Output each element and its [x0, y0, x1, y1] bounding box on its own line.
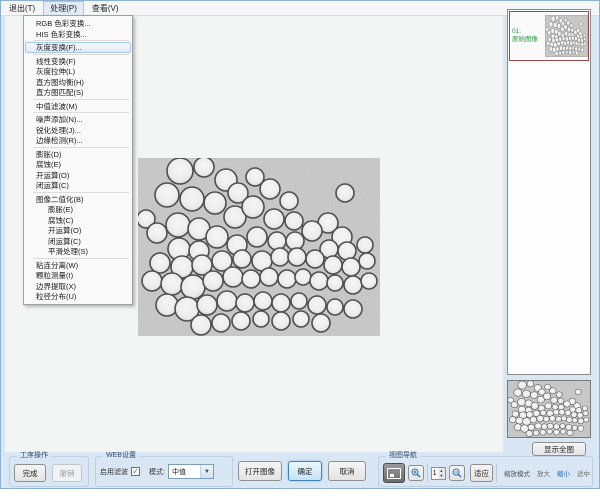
menu-item[interactable]: 开运算(O) — [25, 170, 131, 181]
zoom-mode-option[interactable]: 放大 — [537, 468, 550, 478]
menu-separator — [33, 147, 129, 148]
stepper-down-icon[interactable]: ▼ — [438, 473, 445, 478]
menu-separator — [33, 54, 129, 55]
list-item-label: 01: 原始图像 — [510, 28, 545, 44]
menu-item[interactable]: 图像二值化(B) — [25, 194, 131, 205]
menu-separator — [33, 40, 129, 41]
sidebar-list[interactable]: 01: 原始图像 — [507, 9, 591, 375]
fit-button[interactable]: 适应 — [470, 464, 493, 482]
combo-arrow-icon[interactable]: ▼ — [200, 465, 213, 478]
filter-checkbox[interactable]: ✓ — [131, 467, 140, 476]
web-group-title: WEB设置 — [103, 452, 139, 460]
toolbar-separator — [427, 464, 428, 482]
stepper-arrows[interactable]: ▲ ▼ — [438, 468, 445, 479]
zoom-in-button[interactable] — [408, 465, 424, 481]
ok-button[interactable]: 确定 — [288, 461, 322, 481]
menubar-item[interactable]: 退出(T) — [2, 1, 42, 16]
menu-item[interactable]: 直方图均衡(H) — [25, 77, 131, 88]
view-group-title: 视图导航 — [386, 452, 420, 460]
item-index-label: 01: — [512, 28, 545, 36]
menu-item[interactable]: 膨胀(D) — [25, 149, 131, 160]
menu-separator — [33, 258, 129, 259]
done-button[interactable]: 完成 — [14, 464, 46, 482]
open-image-button[interactable]: 打开图像 — [238, 461, 282, 481]
menu-item[interactable]: 腐蚀(E) — [25, 159, 131, 170]
menu-item[interactable]: 灰度变换(F)... — [25, 42, 131, 53]
view-group: 视图导航 1 ▲ ▼ — [378, 456, 593, 487]
specimen-image-svg — [138, 158, 380, 336]
zoom-mode-labels: 缩放模式 放大缩小适中 — [504, 468, 590, 478]
zoom-level-stepper[interactable]: 1 ▲ ▼ — [431, 467, 446, 480]
menubar-item[interactable]: 处理(P) — [43, 1, 84, 16]
menu-item[interactable]: 灰度拉伸(L) — [25, 66, 131, 77]
zoom-out-button[interactable] — [449, 465, 465, 481]
mode-label: 模式: — [149, 467, 165, 477]
menu-item[interactable]: RGB 色彩变换... — [25, 18, 131, 29]
menu-item[interactable]: HIS 色彩变换... — [25, 29, 131, 40]
image-icon — [387, 468, 401, 479]
zoom-in-icon — [411, 468, 421, 478]
menu-item[interactable]: 粒径分布(U) — [25, 291, 131, 302]
menu-separator — [33, 192, 129, 193]
menu-item[interactable]: 直方图匹配(S) — [25, 87, 131, 98]
show-full-button[interactable]: 显示全图 — [532, 442, 586, 456]
menu-item[interactable]: 开运算(O) — [25, 225, 131, 236]
sidebar-list-item[interactable]: 01: 原始图像 — [509, 11, 589, 61]
step-group: 工序操作 完成 撤销 — [9, 456, 89, 487]
menu-item[interactable]: 锐化处理(J)... — [25, 125, 131, 136]
menu-item[interactable]: 平滑处理(S) — [25, 246, 131, 257]
menu-item[interactable]: 膨胀(E) — [25, 204, 131, 215]
menu-item[interactable]: 粘连分离(W) — [25, 260, 131, 271]
menu-item[interactable]: 边缘检测(R)... — [25, 135, 131, 146]
cancel-button[interactable]: 取消 — [328, 461, 366, 481]
menu-item[interactable]: 线性变换(F) — [25, 56, 131, 67]
menubar-item[interactable]: 查看(V) — [85, 1, 126, 16]
specimen-image — [138, 158, 380, 336]
menu-item[interactable]: 腐蚀(C) — [25, 215, 131, 226]
web-group: WEB设置 启用滤波 ✓ 模式: 中值 ▼ — [95, 456, 233, 487]
undo-button[interactable]: 撤销 — [52, 464, 82, 482]
mode-combobox-value: 中值 — [169, 467, 200, 477]
zoom-out-icon — [452, 468, 462, 478]
menu-item[interactable]: 闭运算(C) — [25, 236, 131, 247]
zoom-mode-option[interactable]: 适中 — [577, 468, 590, 478]
menu-item[interactable]: 闭运算(C) — [25, 180, 131, 191]
process-menu: RGB 色彩变换...HIS 色彩变换... 灰度变换(F)... 线性变换(F)灰… — [23, 15, 133, 305]
toolbar-separator — [496, 464, 497, 482]
navigator-button[interactable] — [383, 463, 405, 483]
menu-separator — [33, 99, 129, 100]
item-name-label: 原始图像 — [512, 36, 545, 44]
filter-checkbox-label: 启用滤波 — [100, 467, 128, 477]
item-thumbnail[interactable] — [545, 15, 588, 57]
menu-item[interactable]: 中值滤波(M) — [25, 101, 131, 112]
nav-thumbnail[interactable] — [507, 380, 591, 438]
zoom-mode-caption: 缩放模式 — [504, 468, 530, 478]
menu-separator — [33, 112, 129, 113]
mode-combobox[interactable]: 中值 ▼ — [168, 464, 214, 479]
menu-item[interactable]: 颗粒测量(I) — [25, 270, 131, 281]
step-group-title: 工序操作 — [17, 452, 51, 460]
zoom-mode-option[interactable]: 缩小 — [557, 468, 570, 478]
menu-item[interactable]: 噪声添加(N)... — [25, 114, 131, 125]
menu-item[interactable]: 边界提取(X) — [25, 281, 131, 292]
app-window: 退出(T)处理(P)查看(V) RGB 色彩变换...HIS 色彩变换... 灰度… — [0, 0, 600, 489]
